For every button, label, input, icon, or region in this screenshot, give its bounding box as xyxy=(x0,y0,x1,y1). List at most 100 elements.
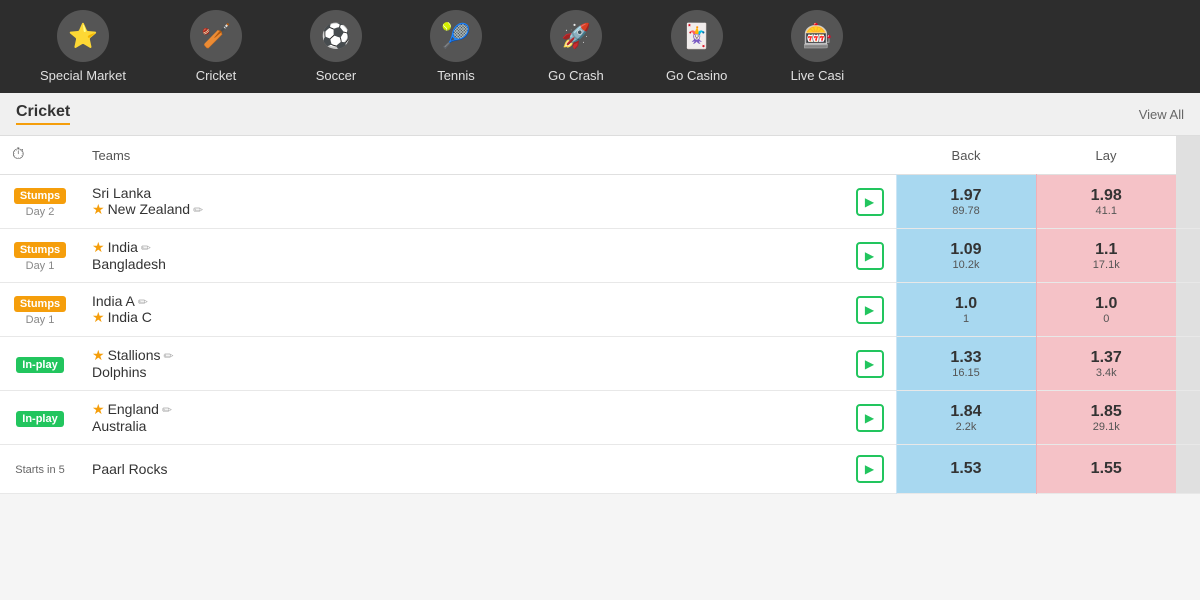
status-cell: Stumps Day 1 xyxy=(0,229,80,283)
lay-odds: 1.1 xyxy=(1049,241,1165,259)
team2-name: Bangladesh xyxy=(92,256,844,272)
team2-name: Australia xyxy=(92,418,844,434)
nav-item-go-casino[interactable]: 🃏 Go Casino xyxy=(636,0,757,93)
table-row: In-play ★England✏ Australia ▶ 1.84 2.2k … xyxy=(0,391,1200,445)
top-navigation: ⭐ Special Market 🏏 Cricket ⚽ Soccer 🎾 Te… xyxy=(0,0,1200,93)
team-names: Sri Lanka ★New Zealand✏ xyxy=(92,185,844,218)
team1-name: ★Stallions✏ xyxy=(92,347,844,364)
scrollbar-filler xyxy=(1176,445,1200,494)
back-odds: 1.84 xyxy=(909,403,1024,421)
teams-cell: India A✏ ★India C ▶ xyxy=(80,283,896,337)
back-odds: 1.97 xyxy=(909,187,1024,205)
star-icon: ★ xyxy=(92,347,105,363)
play-button[interactable]: ▶ xyxy=(856,296,884,324)
pencil-icon: ✏ xyxy=(138,295,148,309)
cricket-icon: 🏏 xyxy=(190,10,242,62)
nav-item-soccer[interactable]: ⚽ Soccer xyxy=(276,0,396,93)
lay-odds: 1.55 xyxy=(1049,460,1165,478)
lay-cell[interactable]: 1.55 xyxy=(1036,445,1176,494)
status-cell: In-play xyxy=(0,337,80,391)
lay-odds: 1.0 xyxy=(1049,295,1165,313)
back-cell[interactable]: 1.0 1 xyxy=(896,283,1036,337)
back-cell[interactable]: 1.97 89.78 xyxy=(896,175,1036,229)
scrollbar-filler xyxy=(1176,337,1200,391)
play-button[interactable]: ▶ xyxy=(856,350,884,378)
lay-odds: 1.37 xyxy=(1049,349,1165,367)
team1-name: Sri Lanka xyxy=(92,185,844,201)
table-row: Starts in 5 Paarl Rocks ▶ 1.53 1.55 xyxy=(0,445,1200,494)
team-names: ★Stallions✏ Dolphins xyxy=(92,347,844,380)
team-names: ★India✏ Bangladesh xyxy=(92,239,844,272)
back-cell[interactable]: 1.53 xyxy=(896,445,1036,494)
back-header: Back xyxy=(896,136,1036,175)
back-volume: 1 xyxy=(909,313,1024,325)
lay-volume: 0 xyxy=(1049,313,1165,325)
lay-odds: 1.98 xyxy=(1049,187,1165,205)
team1-name: Paarl Rocks xyxy=(92,461,844,477)
teams-cell: ★India✏ Bangladesh ▶ xyxy=(80,229,896,283)
go-crash-icon: 🚀 xyxy=(550,10,602,62)
team-names: Paarl Rocks xyxy=(92,461,844,477)
play-button[interactable]: ▶ xyxy=(856,455,884,483)
pencil-icon: ✏ xyxy=(163,349,173,363)
lay-cell[interactable]: 1.85 29.1k xyxy=(1036,391,1176,445)
nav-item-special-market[interactable]: ⭐ Special Market xyxy=(10,0,156,93)
stumps-badge: Stumps xyxy=(14,188,66,204)
nav-item-cricket[interactable]: 🏏 Cricket xyxy=(156,0,276,93)
lay-volume: 29.1k xyxy=(1049,421,1165,433)
back-cell[interactable]: 1.33 16.15 xyxy=(896,337,1036,391)
scrollbar-filler xyxy=(1176,391,1200,445)
section-header: Cricket View All xyxy=(0,93,1200,136)
lay-cell[interactable]: 1.98 41.1 xyxy=(1036,175,1176,229)
status-cell: Stumps Day 2 xyxy=(0,175,80,229)
play-button[interactable]: ▶ xyxy=(856,188,884,216)
play-button[interactable]: ▶ xyxy=(856,242,884,270)
cricket-label: Cricket xyxy=(196,68,236,83)
table-row: Stumps Day 1 India A✏ ★India C ▶ 1.0 1 1… xyxy=(0,283,1200,337)
nav-item-live-casino[interactable]: 🎰 Live Casi xyxy=(757,0,877,93)
section-title: Cricket xyxy=(16,103,70,125)
tennis-icon: 🎾 xyxy=(430,10,482,62)
back-cell[interactable]: 1.84 2.2k xyxy=(896,391,1036,445)
view-all-link[interactable]: View All xyxy=(1139,107,1184,122)
special-market-label: Special Market xyxy=(40,68,126,83)
teams-header: Teams xyxy=(80,136,896,175)
nav-item-go-crash[interactable]: 🚀 Go Crash xyxy=(516,0,636,93)
stumps-badge: Stumps xyxy=(14,242,66,258)
teams-cell: Sri Lanka ★New Zealand✏ ▶ xyxy=(80,175,896,229)
clock-icon: ⏱ xyxy=(12,146,24,163)
lay-cell[interactable]: 1.37 3.4k xyxy=(1036,337,1176,391)
scrollbar-filler xyxy=(1176,283,1200,337)
star-icon: ★ xyxy=(92,401,105,417)
lay-odds: 1.85 xyxy=(1049,403,1165,421)
day-label: Day 1 xyxy=(12,260,68,272)
live-casino-label: Live Casi xyxy=(791,68,844,83)
status-cell: Stumps Day 1 xyxy=(0,283,80,337)
play-button[interactable]: ▶ xyxy=(856,404,884,432)
star-icon: ★ xyxy=(92,201,105,217)
go-casino-icon: 🃏 xyxy=(671,10,723,62)
lay-volume: 41.1 xyxy=(1049,205,1165,217)
pencil-icon: ✏ xyxy=(141,241,151,255)
back-volume: 89.78 xyxy=(909,205,1024,217)
lay-cell[interactable]: 1.0 0 xyxy=(1036,283,1176,337)
scrollbar-header xyxy=(1176,136,1200,175)
pencil-icon: ✏ xyxy=(193,203,203,217)
back-odds: 1.09 xyxy=(909,241,1024,259)
go-crash-label: Go Crash xyxy=(548,68,604,83)
teams-cell: ★England✏ Australia ▶ xyxy=(80,391,896,445)
back-volume: 10.2k xyxy=(909,259,1024,271)
cricket-table: ⏱ Teams Back Lay Stumps Day 2 Sri Lanka … xyxy=(0,136,1200,494)
table-row: In-play ★Stallions✏ Dolphins ▶ 1.33 16.1… xyxy=(0,337,1200,391)
soccer-label: Soccer xyxy=(316,68,356,83)
nav-item-tennis[interactable]: 🎾 Tennis xyxy=(396,0,516,93)
table-row: Stumps Day 2 Sri Lanka ★New Zealand✏ ▶ 1… xyxy=(0,175,1200,229)
live-casino-icon: 🎰 xyxy=(791,10,843,62)
scrollbar-filler xyxy=(1176,229,1200,283)
lay-cell[interactable]: 1.1 17.1k xyxy=(1036,229,1176,283)
special-market-icon: ⭐ xyxy=(57,10,109,62)
back-cell[interactable]: 1.09 10.2k xyxy=(896,229,1036,283)
stumps-badge: Stumps xyxy=(14,296,66,312)
startsin-badge: Starts in 5 xyxy=(15,464,65,476)
back-odds: 1.53 xyxy=(909,460,1024,478)
